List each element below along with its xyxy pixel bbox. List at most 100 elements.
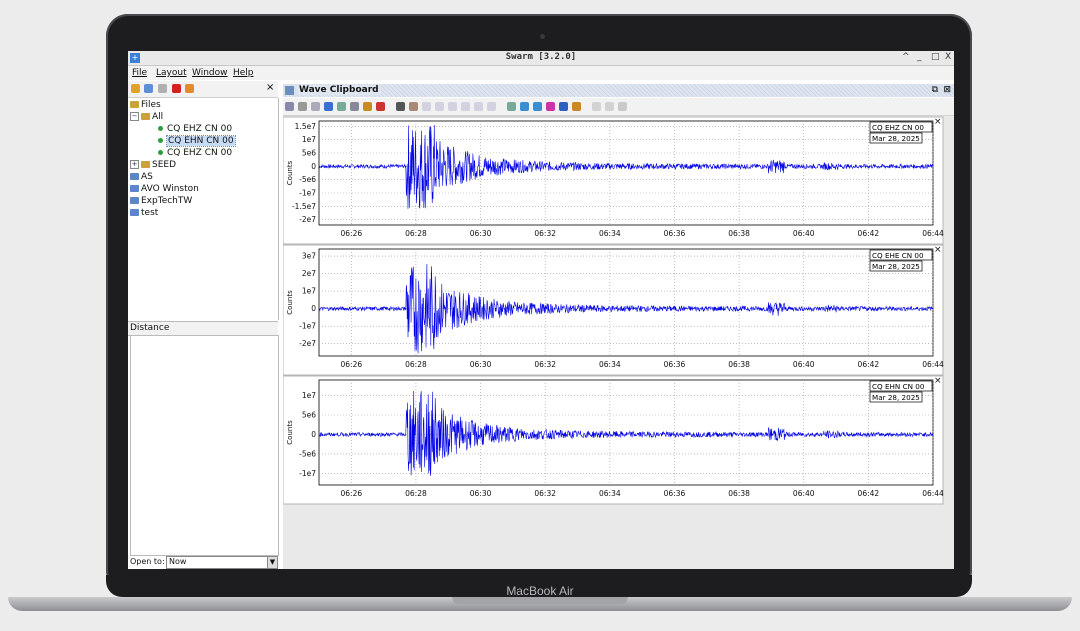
x-tick-label: 06:42 <box>858 229 880 238</box>
delete-icon[interactable] <box>618 102 627 111</box>
forward-icon[interactable] <box>435 102 444 111</box>
waveform-pane[interactable]: 06:26 06:28 06:30 06:32 06:34 06:36 06:38 06:40… <box>282 244 944 376</box>
sort-icon[interactable] <box>396 102 405 111</box>
close-panel-icon[interactable]: × <box>266 82 276 93</box>
menu-help[interactable]: Help <box>233 68 254 78</box>
close-frame-icon[interactable]: ⊠ <box>943 85 951 95</box>
mark-icon[interactable] <box>572 102 581 111</box>
waveform-pane[interactable]: 06:26 06:28 06:30 06:32 06:34 06:36 06:38 06:40… <box>282 116 944 245</box>
x-tick-label: 06:28 <box>405 229 427 238</box>
x-tick-label: 06:26 <box>341 489 363 498</box>
open-to-row: Open to: Now ▼ <box>128 556 278 569</box>
save-icon[interactable] <box>285 102 294 111</box>
chevron-down-icon[interactable]: ▼ <box>267 557 277 568</box>
wave-clipboard-titlebar: Wave Clipboard ⧉ ⊠ <box>283 84 954 97</box>
window-title: Swarm [3.2.0] <box>505 52 577 62</box>
legend-station: CQ EHZ CN 00 <box>872 123 924 132</box>
tree-node-test[interactable]: test <box>130 208 158 218</box>
y-tick-label: 5e6 <box>302 149 316 158</box>
legend-date: Mar 28, 2025 <box>872 262 920 271</box>
y-tick-label: -5e6 <box>299 175 316 184</box>
tree-channel[interactable]: CQ EHZ CN 00 <box>158 124 232 134</box>
tree-node-seed[interactable]: + SEED <box>130 160 176 170</box>
remove-icon[interactable] <box>376 102 385 111</box>
y-tick-label: 0 <box>311 162 316 171</box>
y-axis-label: Counts <box>286 160 294 185</box>
open-to-select[interactable]: Now ▼ <box>166 556 278 569</box>
y-tick-label: 1.5e7 <box>295 122 317 131</box>
tree-node-all[interactable]: − All <box>130 112 163 122</box>
save-all-icon[interactable] <box>298 102 307 111</box>
x-tick-label: 06:44 <box>922 360 944 369</box>
camera <box>540 34 545 39</box>
copy-icon[interactable] <box>311 102 320 111</box>
tree-node-avo-winston[interactable]: AVO Winston <box>130 184 199 194</box>
right-icon[interactable] <box>461 102 470 111</box>
spectra-icon[interactable] <box>520 102 529 111</box>
y-tick-label: -1e7 <box>299 469 316 478</box>
clipboard-icon <box>285 86 294 95</box>
channel-icon <box>158 150 163 155</box>
x-tick-label: 06:40 <box>793 489 815 498</box>
menubar: File Layout Window Help <box>128 66 954 80</box>
minimize-button[interactable]: _ <box>917 52 922 62</box>
x-tick-label: 06:34 <box>599 360 621 369</box>
tree-node-exptechtw[interactable]: ExpTechTW <box>130 196 192 206</box>
distance-panel-header: Distance <box>128 321 278 336</box>
flag-icon[interactable] <box>409 102 418 111</box>
tree-channel[interactable]: CQ EHZ CN 00 <box>158 148 232 158</box>
down-icon[interactable] <box>487 102 496 111</box>
clip-icon[interactable] <box>507 102 516 111</box>
maximize-button[interactable]: □ <box>931 52 940 62</box>
y-tick-label: 5e6 <box>302 411 316 420</box>
helicorder-icon[interactable] <box>533 102 542 111</box>
select-icon[interactable] <box>324 102 333 111</box>
close-button[interactable]: X <box>945 52 951 62</box>
collapse-icon[interactable] <box>158 84 167 93</box>
y-tick-label: 1e7 <box>302 135 316 144</box>
waveform-icon[interactable] <box>559 102 568 111</box>
laptop-notch <box>452 597 628 604</box>
lower-icon[interactable] <box>605 102 614 111</box>
menu-window[interactable]: Window <box>192 68 228 78</box>
detach-icon[interactable]: ⧉ <box>932 85 938 95</box>
waveform-pane[interactable]: 06:26 06:28 06:30 06:32 06:34 06:36 06:38 06:40… <box>282 375 944 505</box>
folder-icon <box>130 101 139 108</box>
zoom-out-icon[interactable] <box>350 102 359 111</box>
server-icon <box>130 209 139 216</box>
collapse-button[interactable]: ^ <box>902 52 910 62</box>
tree-node-files[interactable]: Files <box>130 100 161 110</box>
close-pane-icon[interactable]: × <box>934 245 942 255</box>
y-tick-label: -5e6 <box>299 449 316 458</box>
device-label: MacBook Air <box>506 584 574 598</box>
legend-date: Mar 28, 2025 <box>872 393 920 402</box>
remove-icon[interactable] <box>172 84 181 93</box>
left-icon[interactable] <box>448 102 457 111</box>
colormap-icon[interactable] <box>546 102 555 111</box>
tree-node-as[interactable]: AS <box>130 172 153 182</box>
up-icon[interactable] <box>474 102 483 111</box>
x-tick-label: 06:36 <box>664 489 686 498</box>
edit-source-icon[interactable] <box>144 84 153 93</box>
folder-icon <box>141 161 150 168</box>
refresh-icon[interactable] <box>185 84 194 93</box>
new-source-icon[interactable] <box>131 84 140 93</box>
channel-icon <box>158 138 163 143</box>
close-pane-icon[interactable]: × <box>934 376 942 386</box>
zoom-in-icon[interactable] <box>337 102 346 111</box>
expand-node-icon[interactable]: + <box>130 160 139 169</box>
collapse-node-icon[interactable]: − <box>130 112 139 121</box>
screen: + Swarm [3.2.0] ^ _ □ X File Layout Wind… <box>128 51 954 569</box>
y-tick-label: -1.5e7 <box>292 202 316 211</box>
y-tick-label: 2e7 <box>302 269 316 278</box>
x-tick-label: 06:28 <box>405 360 427 369</box>
x-tick-label: 06:38 <box>728 489 750 498</box>
x-tick-label: 06:44 <box>922 229 944 238</box>
menu-file[interactable]: File <box>132 68 147 78</box>
close-pane-icon[interactable]: × <box>934 117 942 127</box>
back-icon[interactable] <box>422 102 431 111</box>
menu-layout[interactable]: Layout <box>156 68 187 78</box>
raise-icon[interactable] <box>592 102 601 111</box>
tree-channel-selected[interactable]: CQ EHN CN 00 <box>158 135 236 147</box>
rotate-icon[interactable] <box>363 102 372 111</box>
